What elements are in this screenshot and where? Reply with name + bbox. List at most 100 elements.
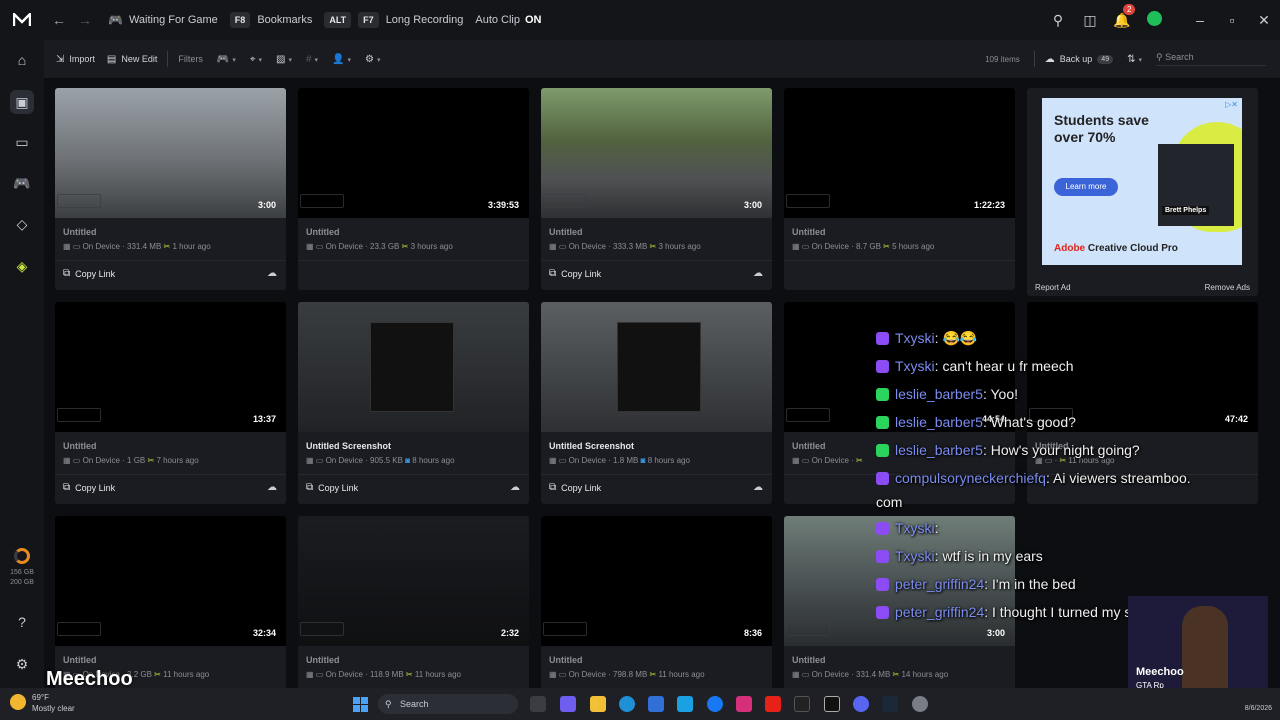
media-title[interactable]: Untitled (63, 441, 97, 451)
media-duration: 2:32 (500, 628, 519, 638)
media-card[interactable]: 3:00 Untitled ▦ ▭ On Device · 333.3 MB ✂ 3… (541, 88, 772, 290)
avatar[interactable] (1138, 11, 1170, 29)
arc-icon[interactable] (794, 696, 810, 712)
facebook-icon[interactable] (707, 696, 723, 712)
media-thumbnail[interactable] (541, 302, 772, 432)
back-arrow-icon[interactable]: ← (48, 12, 70, 28)
media-title[interactable]: Untitled Screenshot (306, 441, 391, 451)
game-filter[interactable]: 🎮 ▾ (217, 54, 236, 65)
media-title[interactable]: Untitled (306, 655, 340, 665)
home-icon[interactable]: ⌂ (12, 50, 32, 70)
ad-banner[interactable]: ▷✕ Students save over 70% Learn more Bre… (1042, 98, 1242, 265)
media-thumbnail[interactable]: 3:00 (541, 88, 772, 218)
cloud-upload-icon[interactable]: ☁ (267, 268, 277, 279)
cloud-upload-icon[interactable]: ☁ (267, 482, 277, 493)
media-card[interactable]: Untitled Screenshot ▦ ▭ On Device · 905.5… (298, 302, 529, 504)
youtube-icon[interactable] (765, 696, 781, 712)
maximize-icon[interactable]: ▫ (1216, 12, 1248, 28)
report-ad-link[interactable]: Report Ad (1035, 283, 1071, 292)
media-title[interactable]: Untitled (792, 441, 826, 451)
copy-link-button[interactable]: ⧉ Copy Link (306, 482, 358, 493)
edge-icon[interactable] (619, 696, 635, 712)
media-thumbnail[interactable]: 2:32 (298, 516, 529, 646)
medal-taskbar-icon[interactable] (824, 696, 840, 712)
settings-taskbar-icon[interactable] (912, 696, 928, 712)
media-card[interactable]: 8:36 Untitled ▦ ▭ On Device · 798.8 MB ✂ 1… (541, 516, 772, 688)
steam-icon[interactable] (882, 696, 898, 712)
import-button[interactable]: ⇲ Import (56, 54, 95, 65)
settings-icon[interactable]: ⚙ (12, 654, 32, 674)
file-explorer-icon[interactable] (590, 696, 606, 712)
library-icon[interactable]: ▣ (10, 90, 34, 114)
ad-learn-more-button[interactable]: Learn more (1054, 178, 1118, 196)
tag-filter[interactable]: # ▾ (306, 54, 318, 65)
folder-icon[interactable]: ▭ (12, 132, 32, 152)
media-card[interactable]: 3:00 Untitled ▦ ▭ On Device · 331.4 MB ✂ 1… (55, 88, 286, 290)
media-card[interactable]: 32:34 Untitled ▦ ▭ On Device · 3.2 GB ✂ 11… (55, 516, 286, 688)
media-thumbnail[interactable]: 32:34 (55, 516, 286, 646)
forward-arrow-icon[interactable]: → (74, 12, 96, 28)
cloud-upload-icon[interactable]: ☁ (510, 482, 520, 493)
media-thumbnail[interactable]: 1:22:23 (784, 88, 1015, 218)
media-thumbnail[interactable]: 8:36 (541, 516, 772, 646)
bell-icon[interactable]: 🔔 2 (1106, 3, 1138, 29)
minimize-icon[interactable]: – (1184, 12, 1216, 28)
discord-icon[interactable] (853, 696, 869, 712)
media-title[interactable]: Untitled (63, 227, 97, 237)
media-thumbnail[interactable]: 13:37 (55, 302, 286, 432)
diamond-icon[interactable]: ◇ (12, 214, 32, 234)
auto-clip-toggle[interactable]: Auto Clip ON (475, 14, 541, 26)
bookmarks-hotkey[interactable]: F8 Bookmarks (229, 12, 312, 28)
store-icon[interactable] (648, 696, 664, 712)
medal-logo-icon[interactable] (0, 13, 44, 27)
location-filter[interactable]: ⌖ ▾ (250, 54, 262, 65)
sort-icon[interactable]: ⇅ ▾ (1127, 54, 1142, 65)
media-card[interactable]: 1:22:23 Untitled ▦ ▭ On Device · 8.7 GB ✂ … (784, 88, 1015, 290)
windows-start-icon[interactable] (353, 697, 368, 712)
media-card[interactable]: 3:00 Untitled ▦ ▭ On Device · 331.4 MB ✂ 1… (784, 516, 1015, 688)
settings-filter[interactable]: ⚙ ▾ (365, 54, 380, 65)
backup-button[interactable]: ☁ Back up 49 (1045, 54, 1114, 65)
storage-indicator[interactable]: 156 GB 200 GB (6, 548, 38, 588)
media-card[interactable]: 3:39:53 Untitled ▦ ▭ On Device · 23.3 GB ✂… (298, 88, 529, 290)
chat-icon[interactable]: ◫ (1074, 12, 1106, 29)
copy-link-button[interactable]: ⧉ Copy Link (549, 482, 601, 493)
close-icon[interactable]: ✕ (1248, 12, 1280, 29)
media-title[interactable]: Untitled Screenshot (549, 441, 634, 451)
media-title[interactable]: Untitled (792, 655, 826, 665)
long-recording-hotkey[interactable]: ALT F7 Long Recording (324, 12, 463, 28)
new-edit-button[interactable]: ▤ New Edit (107, 54, 157, 65)
search-icon[interactable]: ⚲ (1042, 12, 1074, 29)
media-title[interactable]: Untitled (792, 227, 826, 237)
media-title[interactable]: Untitled (549, 227, 583, 237)
weather-widget[interactable]: 69°F Mostly clear (10, 692, 75, 714)
gamepad-icon[interactable]: 🎮 (12, 173, 32, 193)
remove-ads-link[interactable]: Remove Ads (1205, 283, 1250, 292)
ad-info-icon[interactable]: ▷✕ (1225, 100, 1238, 109)
copy-link-button[interactable]: ⧉ Copy Link (549, 268, 601, 279)
instagram-icon[interactable] (736, 696, 752, 712)
help-icon[interactable]: ? (12, 612, 32, 632)
media-thumbnail[interactable]: 3:00 (55, 88, 286, 218)
media-thumbnail[interactable] (298, 302, 529, 432)
cloud-upload-icon[interactable]: ☁ (753, 268, 763, 279)
photos-icon[interactable] (677, 696, 693, 712)
media-title[interactable]: Untitled (63, 655, 97, 665)
premium-icon[interactable]: ◈ (12, 256, 32, 276)
task-view-icon[interactable] (530, 696, 546, 712)
copy-link-button[interactable]: ⧉ Copy Link (63, 482, 115, 493)
media-card[interactable]: 13:37 Untitled ▦ ▭ On Device · 1 GB ✂ 7 ho… (55, 302, 286, 504)
user-filter[interactable]: 👤 ▾ (332, 54, 351, 65)
media-title[interactable]: Untitled (306, 227, 340, 237)
copy-link-button[interactable]: ⧉ Copy Link (63, 268, 115, 279)
media-title[interactable]: Untitled (549, 655, 583, 665)
media-type-filter[interactable]: ▨ ▾ (276, 54, 292, 65)
media-thumbnail[interactable]: 3:39:53 (298, 88, 529, 218)
copilot-icon[interactable] (560, 696, 576, 712)
library-search-input[interactable]: ⚲ Search (1156, 52, 1266, 66)
media-card[interactable]: Untitled Screenshot ▦ ▭ On Device · 1.8 M… (541, 302, 772, 504)
taskbar-search[interactable]: ⚲ Search (378, 694, 518, 714)
cloud-upload-icon[interactable]: ☁ (753, 482, 763, 493)
media-card[interactable]: 2:32 Untitled ▦ ▭ On Device · 118.9 MB ✂ 1… (298, 516, 529, 688)
alt-key: ALT (324, 12, 352, 28)
